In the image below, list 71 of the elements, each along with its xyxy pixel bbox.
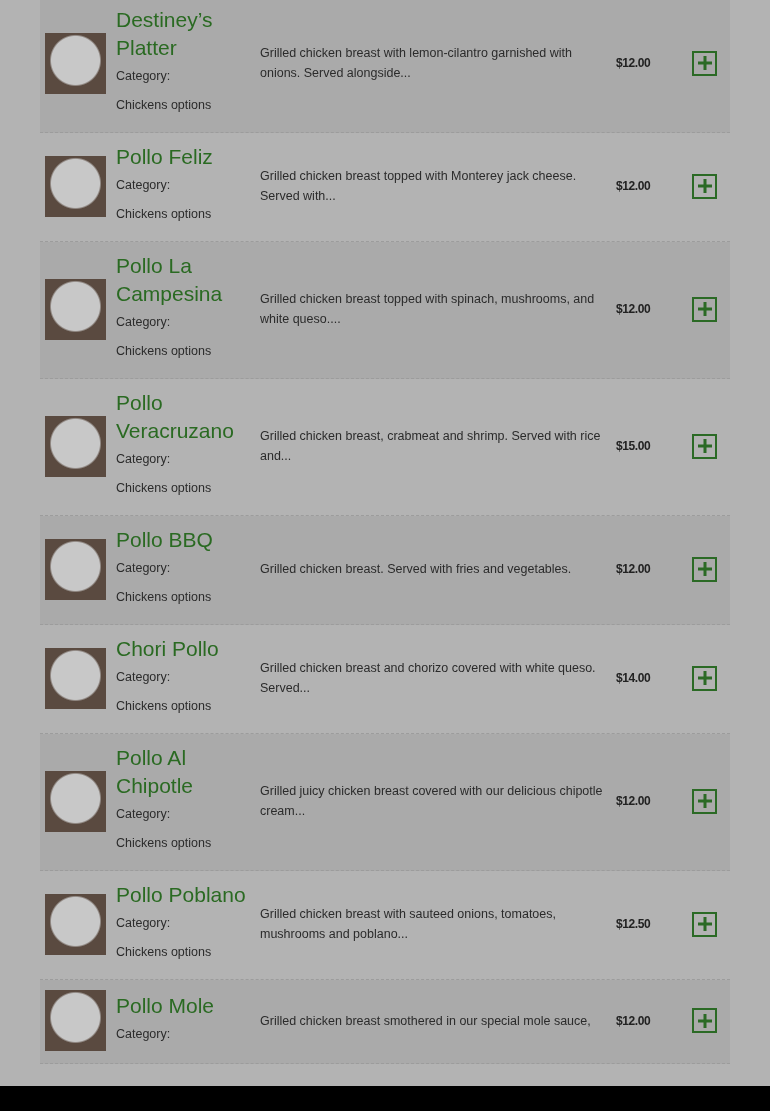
- category-label: Category:: [116, 177, 172, 194]
- category-value: Chickens options: [116, 343, 213, 360]
- category-value: Chickens options: [116, 589, 213, 606]
- photo-placeholder: [45, 155, 106, 217]
- item-name: Pollo Al Chipotle: [116, 745, 195, 799]
- plus-icon: [695, 669, 714, 687]
- plus-icon: [695, 300, 714, 318]
- add-button[interactable]: [692, 433, 717, 459]
- category-label: Category:: [116, 314, 172, 331]
- plus-icon: [695, 177, 714, 195]
- plus-icon: [695, 560, 714, 578]
- photo-placeholder: [45, 770, 106, 832]
- category-label: Category:: [116, 806, 172, 823]
- item-price: $12.00: [616, 302, 652, 316]
- item-description: Grilled chicken breast with lemon-cilantro garnished with onions. Served alongside...: [260, 45, 573, 82]
- add-button[interactable]: [692, 296, 717, 322]
- item-price: $12.00: [616, 794, 652, 808]
- photo-placeholder: [45, 415, 106, 477]
- item-description: Grilled juicy chicken breast covered with our delicious chipotle cream...: [260, 783, 604, 820]
- item-price: $12.00: [616, 179, 652, 193]
- item-description: Grilled chicken breast, crabmeat and shrimp. Served with rice and...: [260, 428, 602, 465]
- photo-placeholder: [45, 32, 106, 94]
- add-button[interactable]: [692, 911, 717, 937]
- item-name: Pollo BBQ: [116, 527, 214, 553]
- category-value: Chickens options: [116, 944, 213, 961]
- plus-icon: [695, 792, 714, 810]
- add-button[interactable]: [692, 173, 717, 199]
- item-name: Pollo Mole: [116, 993, 216, 1019]
- item-name: Pollo Poblano: [116, 882, 247, 908]
- category-value: Chickens options: [116, 480, 213, 497]
- category-value: Chickens options: [116, 698, 213, 715]
- photo-placeholder: [45, 647, 106, 709]
- photo-placeholder: [45, 538, 106, 600]
- plus-icon: [695, 54, 714, 72]
- item-name: Pollo La Campesina: [116, 253, 224, 307]
- add-button[interactable]: [692, 556, 717, 582]
- add-button[interactable]: [692, 1008, 717, 1033]
- photo-placeholder: [45, 990, 106, 1051]
- item-name: Destiney’s Platter: [116, 7, 214, 61]
- category-label: Category:: [116, 915, 172, 932]
- category-label: Category:: [116, 1026, 172, 1043]
- item-description: Grilled chicken breast topped with spinach, mushrooms, and white queso....: [260, 291, 596, 328]
- add-button[interactable]: [692, 665, 717, 691]
- plus-icon: [695, 915, 714, 933]
- plus-icon: [695, 437, 714, 455]
- item-name: Chori Pollo: [116, 636, 220, 662]
- photo-placeholder: [45, 278, 106, 340]
- item-description: Grilled chicken breast topped with Monterey jack cheese. Served with...: [260, 168, 578, 205]
- item-price: $12.50: [616, 917, 652, 931]
- category-label: Category:: [116, 669, 172, 686]
- item-description: Grilled chicken breast and chorizo covered with white queso. Served...: [260, 660, 597, 697]
- item-description: Grilled chicken breast smothered in our special mole sauce,: [260, 1012, 592, 1030]
- category-label: Category:: [116, 68, 172, 85]
- item-price: $15.00: [616, 439, 652, 453]
- photo-placeholder: [45, 893, 106, 955]
- add-button[interactable]: [692, 50, 717, 76]
- category-value: Chickens options: [116, 835, 213, 852]
- category-label: Category:: [116, 560, 172, 577]
- item-description: Grilled chicken breast. Served with fries and vegetables.: [260, 561, 573, 578]
- item-price: $12.00: [616, 1013, 652, 1028]
- add-button[interactable]: [692, 788, 717, 814]
- plus-icon: [695, 1011, 714, 1030]
- item-description: Grilled chicken breast with sauteed onions, tomatoes, mushrooms and poblano...: [260, 906, 557, 943]
- item-name: Pollo Veracruzano: [116, 390, 235, 444]
- category-value: Chickens options: [116, 206, 213, 223]
- category-value: Chickens options: [116, 97, 213, 114]
- item-name: Pollo Feliz: [116, 144, 214, 170]
- item-price: $12.00: [616, 562, 652, 576]
- item-price: $12.00: [616, 56, 652, 70]
- category-label: Category:: [116, 451, 172, 468]
- item-price: $14.00: [616, 671, 652, 685]
